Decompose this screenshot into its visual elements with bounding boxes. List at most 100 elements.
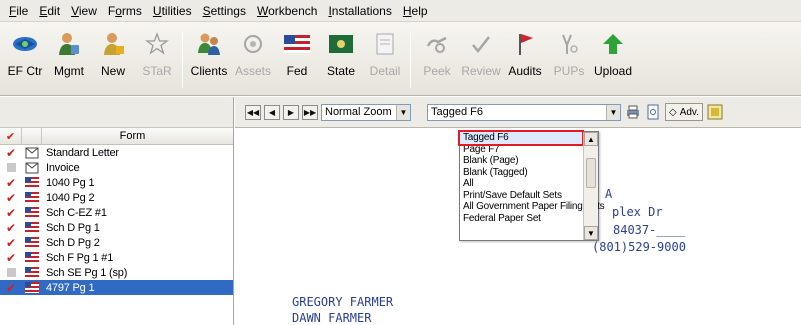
- last-page-button[interactable]: ▶▶: [302, 104, 318, 120]
- form-list-item[interactable]: ✔ Sch C-EZ #1: [0, 205, 233, 220]
- menu-item[interactable]: Settings: [198, 4, 252, 18]
- settings-icon[interactable]: [707, 104, 723, 120]
- peek-button[interactable]: Peek: [415, 30, 459, 88]
- review-icon: [466, 30, 496, 58]
- first-page-button[interactable]: ◀◀: [245, 104, 261, 120]
- new-user-icon: [98, 30, 128, 58]
- checkmark-icon[interactable]: ✔: [0, 176, 22, 190]
- checkmark-icon[interactable]: ✔: [0, 191, 22, 205]
- document-client-name: GREGORY FARMER: [292, 295, 394, 309]
- form-column-header[interactable]: Form: [42, 130, 233, 142]
- star-button[interactable]: STaR: [135, 30, 179, 88]
- forms-list: ✔ Standard Letter Invoice ✔ 1040 Pg 1 ✔ 1040 P…: [0, 145, 233, 295]
- unchecked-box-icon[interactable]: [0, 163, 22, 172]
- check-all-icon[interactable]: ✔: [0, 128, 22, 144]
- form-list-item[interactable]: ✔ Sch D Pg 1: [0, 220, 233, 235]
- management-button[interactable]: Mgmt: [47, 30, 91, 88]
- form-name: Sch D Pg 1: [46, 221, 100, 234]
- form-list-item[interactable]: ✔ Sch D Pg 2: [0, 235, 233, 250]
- form-name: 1040 Pg 2: [46, 191, 95, 204]
- print-set-select[interactable]: Tagged F6 ▼: [427, 103, 621, 121]
- audits-button[interactable]: Audits: [503, 30, 547, 88]
- form-list-item[interactable]: Invoice: [0, 160, 233, 175]
- checkmark-icon[interactable]: ✔: [0, 221, 22, 235]
- main-toolbar: EF Ctr Mgmt New STaR Clients Assets Fed …: [0, 22, 801, 96]
- print-set-dropdown-list[interactable]: Tagged F6 Page F7 Blank (Page) Blank (Tagge…: [458, 130, 605, 241]
- assets-button[interactable]: Assets: [231, 30, 275, 88]
- assets-icon: [238, 30, 268, 58]
- next-page-button[interactable]: ▶: [283, 104, 299, 120]
- toolbar-separator: [410, 32, 411, 88]
- review-button[interactable]: Review: [459, 30, 503, 88]
- ef-center-icon: [10, 30, 40, 58]
- form-list-item[interactable]: ✔ Standard Letter: [0, 145, 233, 160]
- checkmark-icon[interactable]: ✔: [0, 281, 22, 295]
- menu-item[interactable]: Utilities: [148, 4, 198, 18]
- form-name: 1040 Pg 1: [46, 176, 95, 189]
- form-name: Sch F Pg 1 #1: [46, 251, 114, 264]
- forms-panel: ✔ Form ✔ Standard Letter Invoice ✔ 1040 Pg 1…: [0, 97, 234, 325]
- checkmark-icon[interactable]: ✔: [0, 236, 22, 250]
- menu-item[interactable]: View: [66, 4, 103, 18]
- scroll-down-icon[interactable]: ▼: [584, 226, 598, 240]
- dropdown-option[interactable]: Page F7: [460, 144, 582, 156]
- form-list-item[interactable]: ✔ Sch F Pg 1 #1: [0, 250, 233, 265]
- pups-button[interactable]: PUPs: [547, 30, 591, 88]
- checkmark-icon[interactable]: ✔: [0, 251, 22, 265]
- print-set-value: Tagged F6: [431, 106, 483, 118]
- flag-icon: [22, 207, 42, 218]
- form-list-item[interactable]: Sch SE Pg 1 (sp): [0, 265, 233, 280]
- flag-icon: [22, 222, 42, 233]
- checkmark-icon[interactable]: ✔: [0, 206, 22, 220]
- scroll-up-icon[interactable]: ▲: [584, 132, 598, 146]
- menu-item[interactable]: Help: [398, 4, 434, 18]
- management-icon: [54, 30, 84, 58]
- form-list-item[interactable]: ✔ 4797 Pg 1: [0, 280, 233, 295]
- preview-icon[interactable]: [645, 104, 661, 120]
- dropdown-option[interactable]: Tagged F6: [458, 130, 584, 146]
- dropdown-option[interactable]: Print/Save Default Sets: [460, 190, 582, 202]
- dropdown-option[interactable]: Blank (Page): [460, 155, 582, 167]
- menu-item[interactable]: Workbench: [252, 4, 323, 18]
- form-name: Sch SE Pg 1 (sp): [46, 266, 128, 279]
- letter-icon: [22, 162, 42, 174]
- zoom-select[interactable]: Normal Zoom ▼: [321, 103, 411, 121]
- ef-center-label: EF Ctr: [7, 64, 43, 78]
- scroll-thumb[interactable]: [586, 158, 596, 188]
- dropdown-option[interactable]: Federal Paper Set: [460, 213, 582, 225]
- menu-item[interactable]: Forms: [103, 4, 148, 18]
- advanced-button[interactable]: ◇ Adv.: [665, 103, 703, 121]
- document-spouse-name: DAWN FARMER: [292, 311, 372, 325]
- new-button[interactable]: New: [91, 30, 135, 88]
- upload-arrow-icon: [598, 30, 628, 58]
- star-icon: [142, 30, 172, 58]
- menu-item[interactable]: File: [4, 4, 34, 18]
- federal-label: Fed: [286, 64, 308, 78]
- form-list-item[interactable]: ✔ 1040 Pg 2: [0, 190, 233, 205]
- previous-page-button[interactable]: ◀: [264, 104, 280, 120]
- document-toolbar: ◀◀ ◀ ▶ ▶▶ Normal Zoom ▼ Tagged F6 ▼ ◇ Ad…: [235, 97, 801, 128]
- unchecked-box-icon[interactable]: [0, 268, 22, 277]
- upload-button[interactable]: Upload: [591, 30, 635, 88]
- state-button[interactable]: State: [319, 30, 363, 88]
- chevron-down-icon[interactable]: ▼: [396, 104, 410, 120]
- star-label: STaR: [142, 64, 172, 78]
- menu-item[interactable]: Edit: [34, 4, 66, 18]
- form-list-item[interactable]: ✔ 1040 Pg 1: [0, 175, 233, 190]
- ef-center-button[interactable]: EF Ctr: [3, 30, 47, 88]
- federal-button[interactable]: Fed: [275, 30, 319, 88]
- form-name: 4797 Pg 1: [42, 281, 95, 294]
- flag-icon: [22, 267, 42, 278]
- detail-button[interactable]: Detail: [363, 30, 407, 88]
- checkmark-icon[interactable]: ✔: [0, 146, 22, 160]
- peek-label: Peek: [423, 64, 451, 78]
- clients-button[interactable]: Clients: [187, 30, 231, 88]
- dropdown-scrollbar[interactable]: ▲ ▼: [583, 132, 598, 240]
- printer-icon[interactable]: [625, 104, 641, 120]
- dropdown-option[interactable]: Blank (Tagged): [460, 167, 582, 179]
- chevron-down-icon[interactable]: ▼: [606, 104, 620, 120]
- menu-item[interactable]: Installations: [323, 4, 397, 18]
- dropdown-option[interactable]: All: [460, 178, 582, 190]
- dropdown-option[interactable]: All Government Paper Filing Sets: [460, 201, 605, 213]
- detail-icon: [370, 30, 400, 58]
